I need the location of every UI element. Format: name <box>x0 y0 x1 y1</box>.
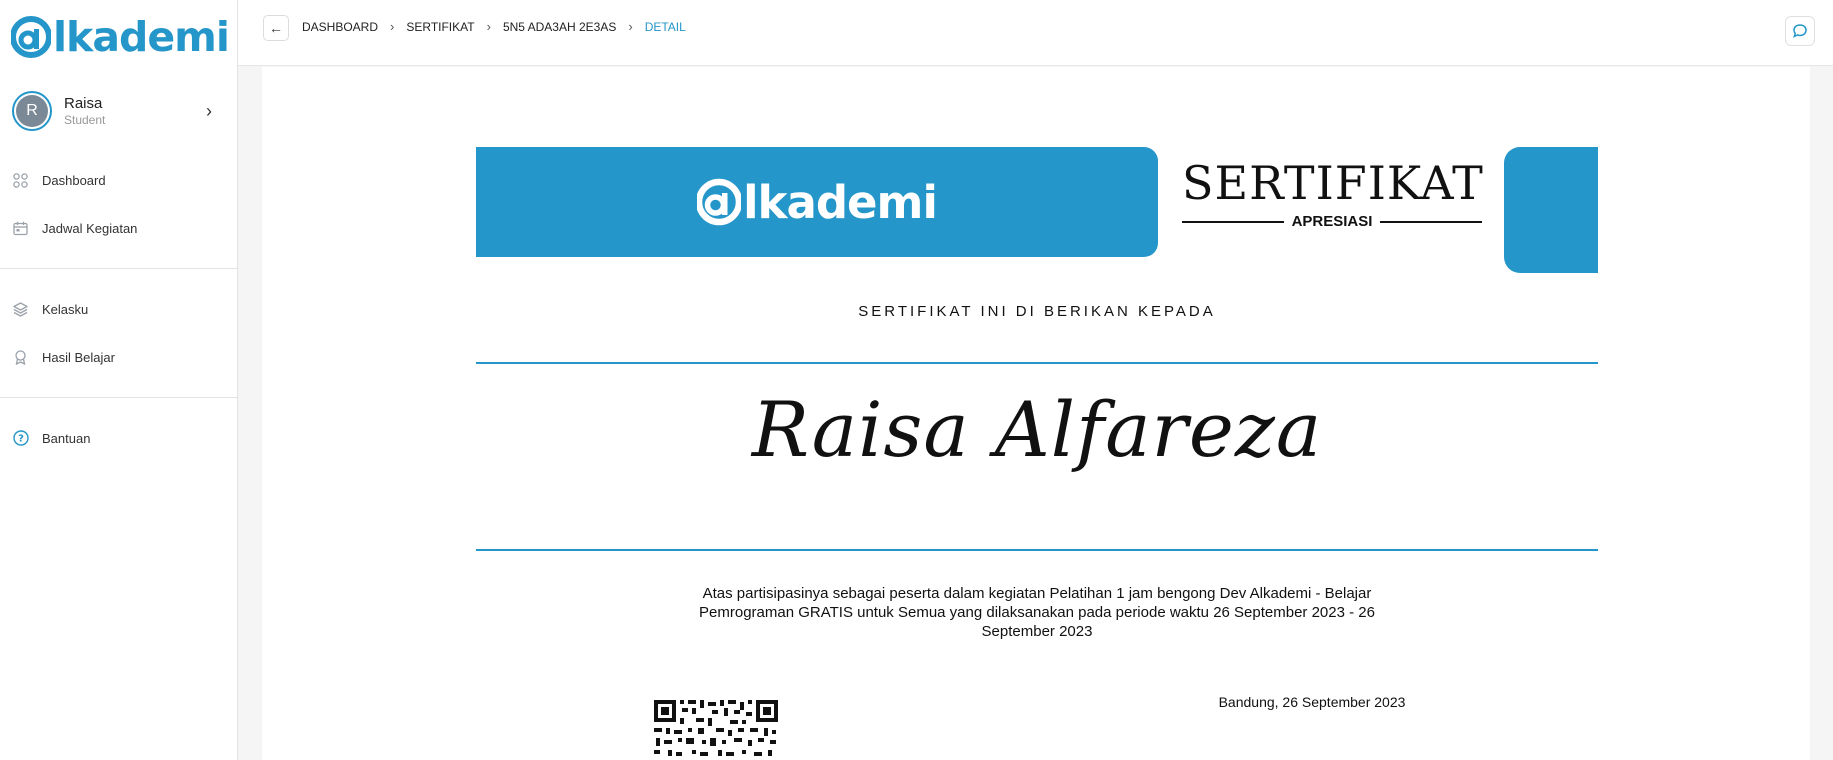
alkademi-logo-mark-icon <box>11 16 51 58</box>
sidebar-item-bantuan[interactable]: ? Bantuan <box>12 426 226 450</box>
certificate-banner: lkademi <box>476 147 1158 257</box>
user-info: Raisa Student <box>64 95 206 127</box>
chevron-right-icon: › <box>486 19 491 34</box>
sidebar-divider <box>0 268 238 269</box>
chat-icon <box>1793 24 1807 38</box>
sidebar-item-dashboard[interactable]: Dashboard <box>12 168 226 192</box>
user-role: Student <box>64 113 106 127</box>
certificate-given-to: SERTIFIKAT INI DI BERIKAN KEPADA <box>858 303 1216 320</box>
recipient-name: Raisa Alfareza <box>751 385 1323 474</box>
svg-text:?: ? <box>18 434 24 445</box>
chat-button[interactable] <box>1785 16 1815 46</box>
divider-line <box>1182 220 1284 223</box>
logo-text: lkademi <box>53 13 230 61</box>
certificate-subtitle-row: APRESIASI <box>1182 213 1483 230</box>
certificate-view: lkademi SERTIFIKAT APRESIASI SERTIFIKAT … <box>262 67 1810 760</box>
sidebar-item-jadwal-kegiatan[interactable]: Jadwal Kegiatan <box>12 216 226 240</box>
chevron-right-icon: › <box>390 19 395 34</box>
user-profile[interactable]: R Raisa Student › <box>12 90 226 132</box>
award-icon <box>12 349 29 366</box>
help-circle-icon: ? <box>12 430 29 447</box>
sidebar-item-label: Kelasku <box>42 301 89 317</box>
avatar-initial: R <box>16 95 48 127</box>
certificate-title: SERTIFIKAT <box>1182 156 1484 210</box>
alkademi-logo[interactable]: lkademi <box>11 12 230 62</box>
sidebar-item-label: Bantuan <box>42 430 91 446</box>
sidebar-item-label: Dashboard <box>42 172 106 188</box>
divider-line <box>476 362 1598 364</box>
alkademi-logo-mark-icon <box>697 178 742 226</box>
breadcrumb: DASHBOARD › SERTIFIKAT › 5N5 ADA3AH 2E3A… <box>302 19 686 34</box>
divider-line <box>1380 220 1483 223</box>
sidebar: lkademi R Raisa Student › Dashboard Jadw… <box>0 0 238 760</box>
qr-code <box>652 698 778 760</box>
certificate-title-block: SERTIFIKAT APRESIASI <box>1182 156 1484 237</box>
certificate-description: Atas partisipasinya sebagai peserta dala… <box>699 585 1375 640</box>
arrow-left-icon: ← <box>269 20 283 36</box>
topbar: ← DASHBOARD › SERTIFIKAT › 5N5 ADA3AH 2E… <box>238 0 1833 66</box>
layers-icon <box>12 301 29 318</box>
certificate-banner-accent <box>1504 147 1598 273</box>
certificate-place-date: Bandung, 26 September 2023 <box>1218 694 1406 710</box>
certificate-logo: lkademi <box>697 175 938 229</box>
sidebar-divider <box>0 397 238 398</box>
back-button[interactable]: ← <box>263 15 289 41</box>
sidebar-item-label: Jadwal Kegiatan <box>42 220 138 236</box>
breadcrumb-course[interactable]: 5N5 ADA3AH 2E3AS <box>503 20 616 34</box>
chevron-right-icon: › <box>628 19 633 34</box>
certificate-subtitle: APRESIASI <box>1291 213 1373 230</box>
breadcrumb-detail: DETAIL <box>644 19 686 34</box>
chevron-right-icon: › <box>206 100 212 121</box>
certificate-logo-text: lkademi <box>743 175 938 229</box>
divider-line <box>476 549 1598 551</box>
breadcrumb-sertifikat[interactable]: SERTIFIKAT <box>406 20 474 34</box>
grid-icon <box>12 172 29 189</box>
calendar-icon <box>12 220 29 237</box>
sidebar-item-hasil-belajar[interactable]: Hasil Belajar <box>12 345 226 369</box>
sidebar-item-label: Hasil Belajar <box>42 349 115 365</box>
breadcrumb-dashboard[interactable]: DASHBOARD <box>302 20 378 34</box>
sidebar-item-kelasku[interactable]: Kelasku <box>12 297 226 321</box>
user-name: Raisa <box>64 95 103 112</box>
avatar: R <box>12 91 52 131</box>
